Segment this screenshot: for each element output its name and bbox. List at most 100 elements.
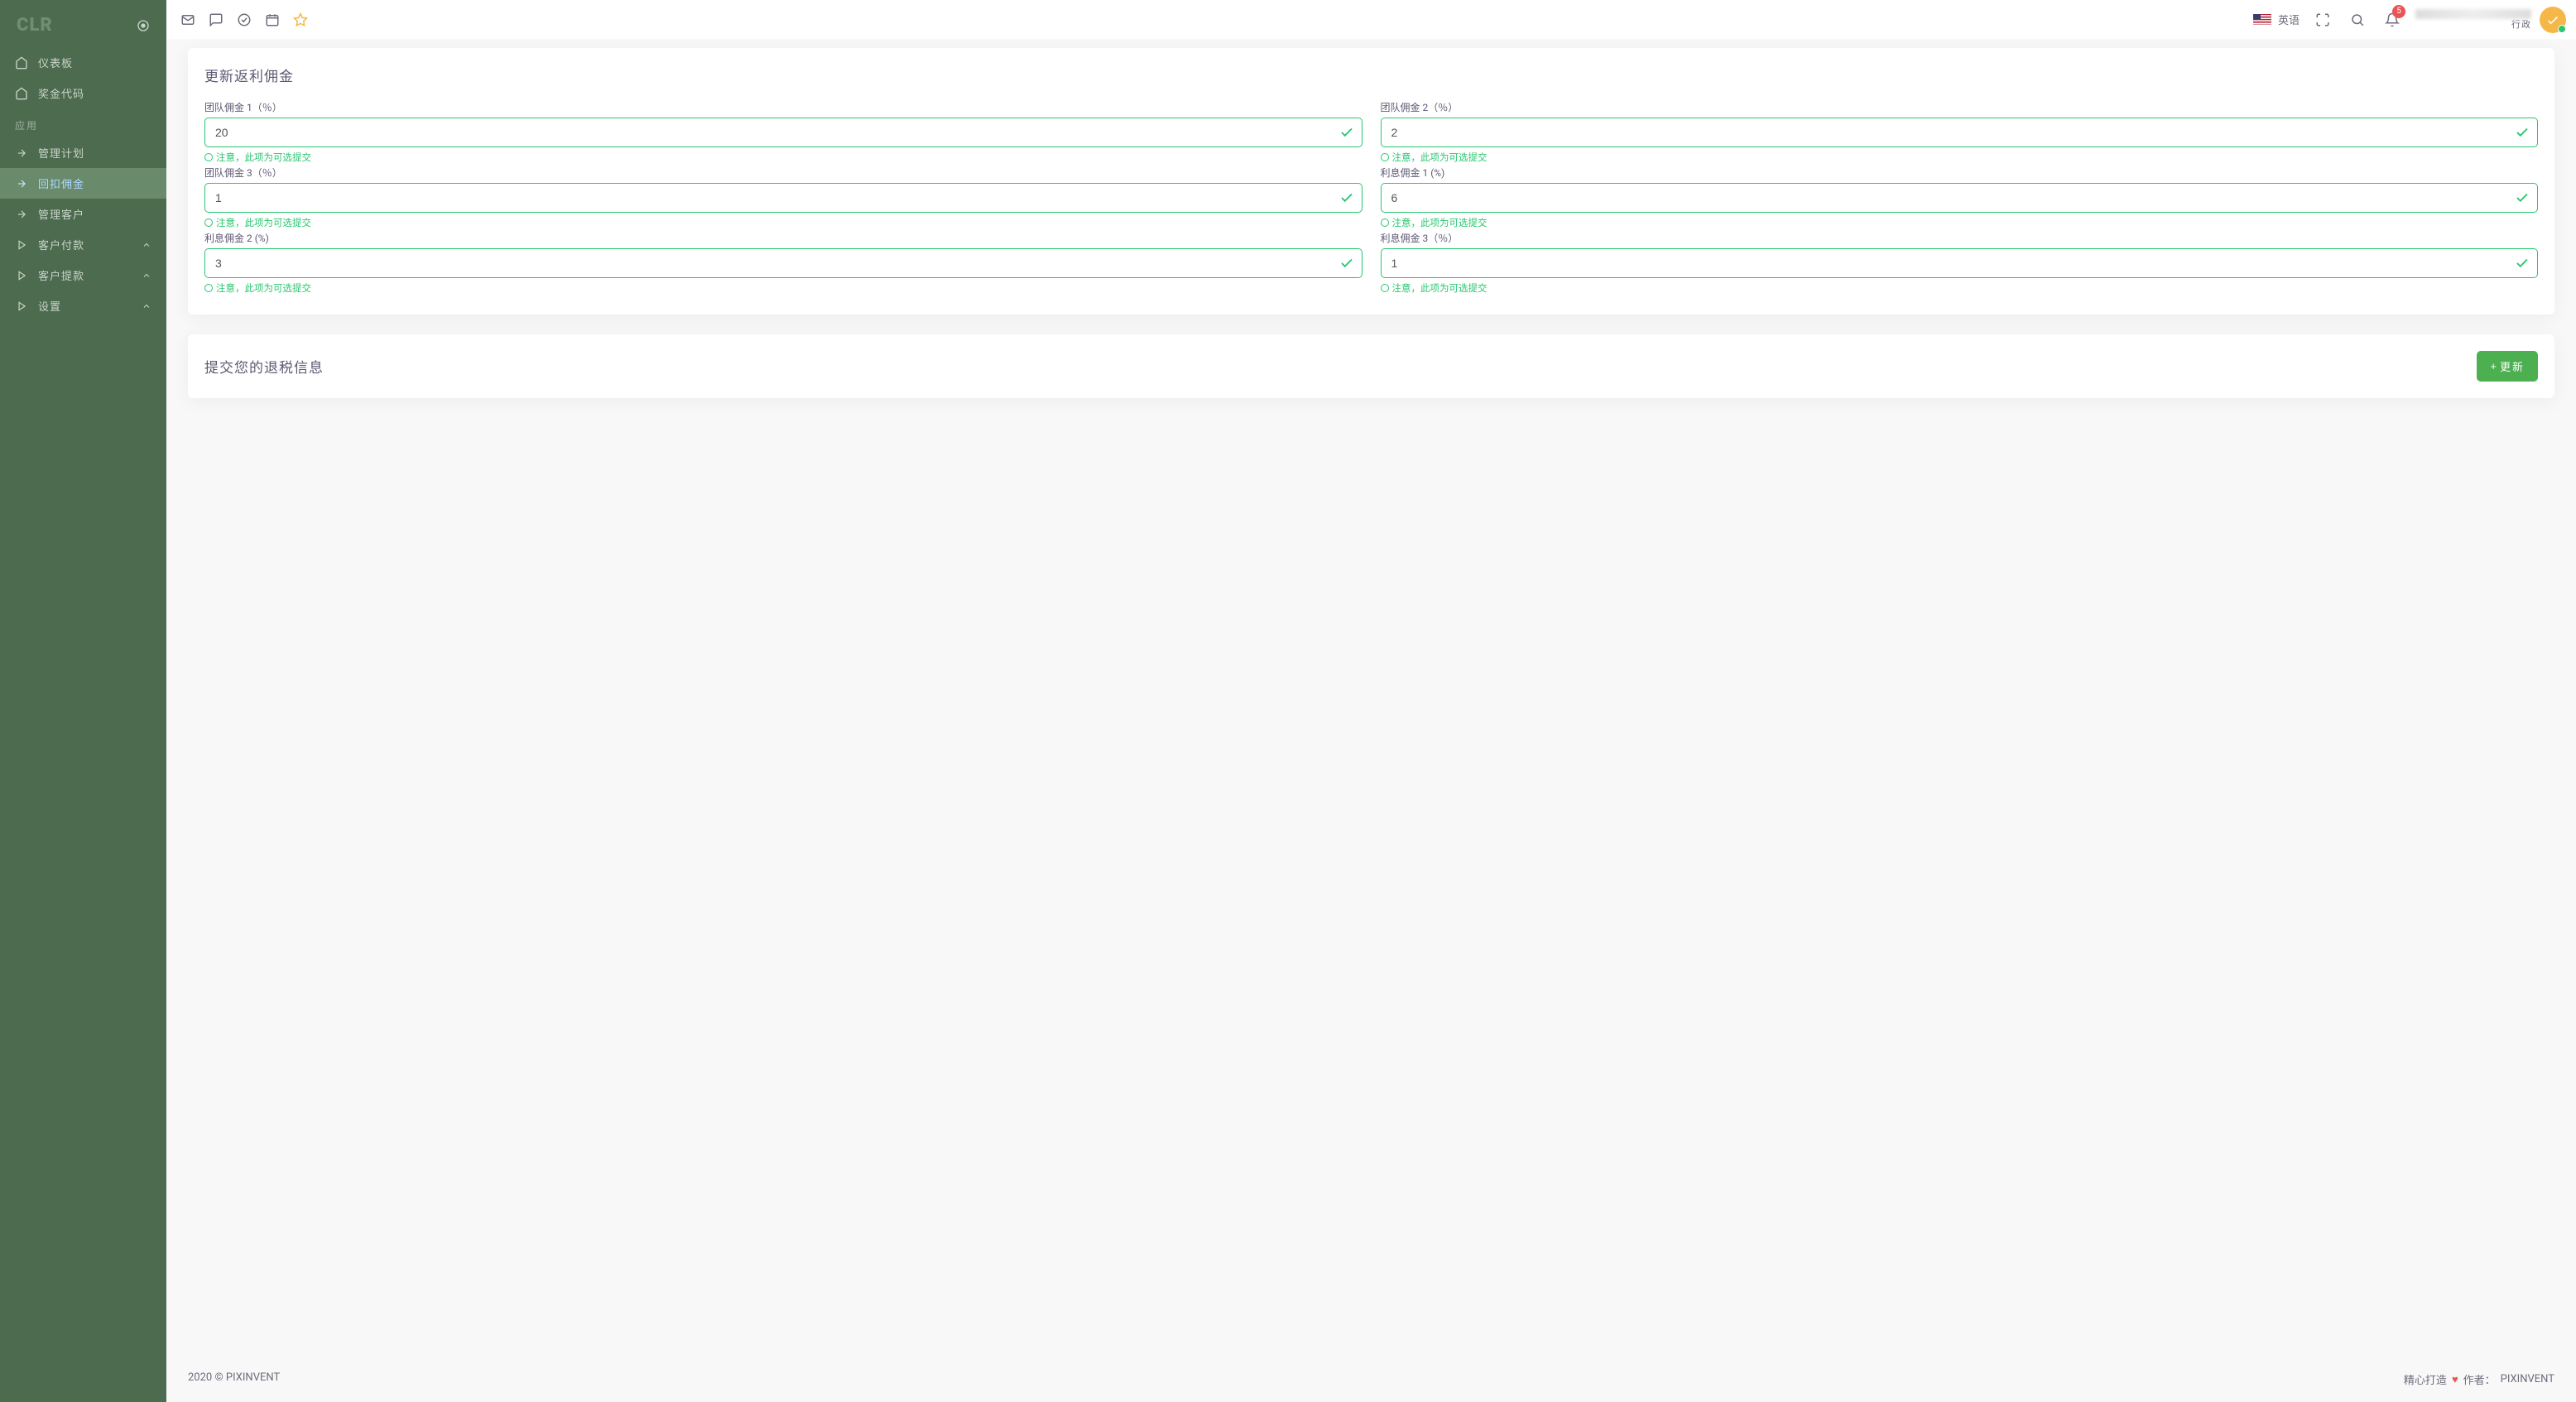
play-icon [15,269,28,282]
play-icon [15,238,28,252]
sidebar-header: CLR [0,0,166,47]
int3-input[interactable] [1381,248,2539,278]
sidebar-item-manage-plan[interactable]: 管理计划 [0,137,166,168]
star-icon[interactable] [289,8,312,31]
heart-icon: ♥ [2452,1373,2458,1386]
topbar-left [176,8,312,31]
update-button[interactable]: +更新 [2477,351,2538,382]
sidebar-item-label: 设置 [38,298,132,314]
field-label: 利息佣金 3（％） [1381,231,2539,245]
info-icon [204,218,213,227]
sidebar-collapse-icon[interactable] [137,19,150,32]
info-icon [1381,218,1389,227]
play-icon [15,300,28,313]
check-icon [2515,190,2530,205]
field-team2: 团队佣金 2（％） 注意，此项为可选提交 [1381,100,2539,164]
info-icon [204,153,213,161]
info-icon [204,284,213,292]
home-icon [15,56,28,70]
field-label: 团队佣金 3（％） [204,166,1362,180]
sidebar-section-header: 应用 [0,108,166,137]
sidebar-item-label: 奖金代码 [38,85,151,101]
field-hint: 注意，此项为可选提交 [204,216,1362,229]
home-icon [15,87,28,100]
field-int2: 利息佣金 2 (%) 注意，此项为可选提交 [204,231,1362,295]
language-label: 英语 [2278,12,2300,27]
arrow-right-icon [15,177,28,190]
sidebar-item-label: 回扣佣金 [38,175,151,191]
user-name [2415,9,2531,19]
main: 英语 5 行政 [166,0,2576,1402]
chevron-up-icon [142,240,151,250]
plus-icon: + [2490,360,2498,372]
search-icon[interactable] [2346,8,2369,31]
calendar-icon[interactable] [261,8,284,31]
user-info: 行政 [2415,9,2531,30]
sidebar-item-label: 客户提款 [38,267,132,283]
sidebar: CLR 仪表板 奖金代码 应用 [0,0,166,1402]
team2-input[interactable] [1381,118,2539,147]
footer-author: PIXINVENT [2501,1373,2554,1385]
user-role: 行政 [2415,19,2531,30]
field-label: 利息佣金 1 (%) [1381,166,2539,180]
brand-logo[interactable]: CLR [17,15,53,36]
field-label: 团队佣金 2（％） [1381,100,2539,114]
check-icon [1339,125,1354,140]
sidebar-menu-main: 仪表板 奖金代码 [0,47,166,108]
mail-icon[interactable] [176,8,199,31]
field-hint: 注意，此项为可选提交 [1381,151,2539,164]
content-area: 更新返利佣金 团队佣金 1（％） 注意，此项为可选提 [166,40,2576,1356]
sidebar-item-label: 客户付款 [38,237,132,252]
submit-card-title: 提交您的退税信息 [204,356,324,377]
notification-bell[interactable]: 5 [2381,8,2404,31]
update-button-label: 更新 [2500,358,2525,374]
update-rebate-card: 更新返利佣金 团队佣金 1（％） 注意，此项为可选提 [188,48,2554,314]
field-int1: 利息佣金 1 (%) 注意，此项为可选提交 [1381,166,2539,229]
sidebar-item-rebate-commission[interactable]: 回扣佣金 [0,168,166,199]
sidebar-item-label: 管理客户 [38,206,151,222]
footer-credits: 精心打造 ♥ 作者： PIXINVENT [2404,1371,2554,1387]
user-menu[interactable]: 行政 [2415,7,2566,33]
chevron-up-icon [142,271,151,281]
team3-input[interactable] [204,183,1362,213]
card-title: 更新返利佣金 [188,48,2554,94]
team1-input[interactable] [204,118,1362,147]
us-flag-icon [2253,14,2271,26]
field-label: 利息佣金 2 (%) [204,231,1362,245]
field-hint: 注意，此项为可选提交 [204,281,1362,295]
notification-count: 5 [2392,5,2405,18]
hint-text: 注意，此项为可选提交 [216,216,311,229]
sidebar-item-customer-withdrawal[interactable]: 客户提款 [0,260,166,290]
check-circle-icon[interactable] [233,8,256,31]
check-icon [1339,190,1354,205]
sidebar-item-label: 仪表板 [38,55,151,70]
field-hint: 注意，此项为可选提交 [1381,281,2539,295]
sidebar-item-customer-payment[interactable]: 客户付款 [0,229,166,260]
hint-text: 注意，此项为可选提交 [216,151,311,164]
topbar-right: 英语 5 行政 [2253,7,2566,33]
sidebar-item-bonus-code[interactable]: 奖金代码 [0,78,166,108]
footer-copyright: 2020 © PIXINVENT [188,1371,280,1387]
field-hint: 注意，此项为可选提交 [204,151,1362,164]
sidebar-item-dashboard[interactable]: 仪表板 [0,47,166,78]
info-icon [1381,153,1389,161]
chat-icon[interactable] [204,8,228,31]
check-icon [2515,125,2530,140]
info-icon [1381,284,1389,292]
sidebar-item-manage-customer[interactable]: 管理客户 [0,199,166,229]
sidebar-menu-apps: 管理计划 回扣佣金 管理客户 客户付款 [0,137,166,321]
submit-tax-card: 提交您的退税信息 +更新 [188,334,2554,398]
maximize-icon[interactable] [2311,8,2334,31]
field-team3: 团队佣金 3（％） 注意，此项为可选提交 [204,166,1362,229]
hint-text: 注意，此项为可选提交 [1392,281,1487,295]
field-int3: 利息佣金 3（％） 注意，此项为可选提交 [1381,231,2539,295]
footer: 2020 © PIXINVENT 精心打造 ♥ 作者： PIXINVENT [166,1356,2576,1402]
check-icon [2515,256,2530,271]
int2-input[interactable] [204,248,1362,278]
hint-text: 注意，此项为可选提交 [1392,151,1487,164]
language-selector[interactable]: 英语 [2253,12,2300,27]
int1-input[interactable] [1381,183,2539,213]
arrow-right-icon [15,146,28,160]
sidebar-item-settings[interactable]: 设置 [0,290,166,321]
hint-text: 注意，此项为可选提交 [1392,216,1487,229]
